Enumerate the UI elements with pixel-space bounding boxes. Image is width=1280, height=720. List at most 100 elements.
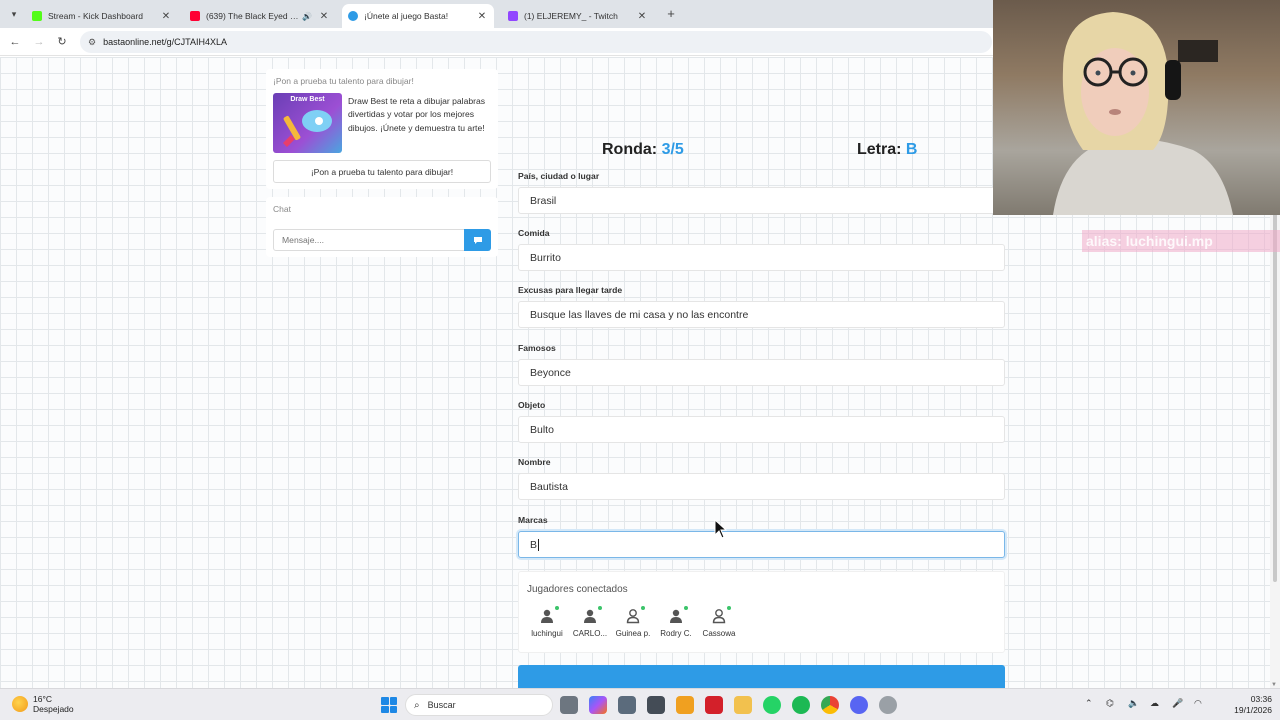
promo-draw-button[interactable]: ¡Pon a prueba tu talento para dibujar!: [273, 160, 491, 183]
search-icon: ⌕: [414, 699, 420, 711]
tab-search-icon[interactable]: ▾: [6, 6, 22, 22]
field-value: Beyonce: [530, 366, 571, 379]
promo-description: Draw Best te reta a dibujar palabras div…: [348, 96, 486, 133]
adobe-icon[interactable]: [705, 696, 723, 714]
forward-arrow-icon[interactable]: →: [30, 33, 48, 51]
reload-icon[interactable]: ↻: [53, 33, 71, 51]
player-item[interactable]: Cassowa: [699, 606, 739, 638]
address-bar[interactable]: ⚙ bastaonline.net/g/CJTAIH4XLA: [80, 31, 992, 53]
volume-icon[interactable]: 🔈: [1128, 698, 1139, 709]
microphone-icon[interactable]: 🎤: [1172, 698, 1183, 709]
field-value: Burrito: [530, 251, 561, 264]
field-input-nombre[interactable]: Bautista: [518, 473, 1005, 500]
alias-banner: alias: luchingui.mp: [1082, 230, 1280, 252]
online-status-dot: [727, 606, 731, 610]
close-tab-icon[interactable]: ✕: [160, 11, 172, 22]
chat-bubble-icon: [473, 236, 482, 244]
players-heading: Jugadores conectados: [527, 584, 628, 595]
player-name: CARLO...: [572, 629, 608, 638]
field-label-nombre: Nombre: [518, 457, 551, 467]
connected-players-card: Jugadores conectados luchingui CARLO... …: [518, 571, 1005, 653]
chrome-icon[interactable]: [821, 696, 839, 714]
player-item[interactable]: Guinea p.: [613, 606, 653, 638]
promo-image-brand: Draw Best: [290, 96, 325, 103]
condition-text: Despejado: [33, 704, 74, 714]
field-input-comida[interactable]: Burrito: [518, 244, 1005, 271]
extension-icon[interactable]: [676, 696, 694, 714]
new-tab-button[interactable]: +: [664, 6, 678, 21]
field-value: Busque las llaves de mi casa y no las en…: [530, 308, 749, 321]
taskbar: 16°C Despejado ⌕ Buscar ⌃ ⌬ 🔈 ☁ 🎤 ◠ 03:3…: [0, 688, 1280, 720]
player-avatar-icon: [668, 606, 688, 624]
windows-start-icon[interactable]: [381, 697, 397, 713]
chevron-up-icon[interactable]: ⌃: [1085, 698, 1093, 709]
tab-title: (1) ELJEREMY_ - Twitch: [524, 11, 618, 21]
settings-icon[interactable]: [879, 696, 897, 714]
draw-best-image[interactable]: Draw Best: [273, 93, 342, 153]
temperature-text: 16°C: [33, 694, 52, 704]
field-label-lugar: País, ciudad o lugar: [518, 171, 600, 181]
submit-basta-button[interactable]: [518, 665, 1005, 688]
whatsapp-icon[interactable]: [763, 696, 781, 714]
player-avatar-icon: [539, 606, 559, 624]
close-tab-icon[interactable]: ✕: [636, 11, 648, 22]
spotify-icon[interactable]: [792, 696, 810, 714]
tab-title: Stream - Kick Dashboard: [48, 11, 143, 21]
tab-twitch[interactable]: (1) ELJEREMY_ - Twitch ✕: [502, 4, 654, 28]
app-icon[interactable]: [647, 696, 665, 714]
send-message-button[interactable]: [464, 229, 491, 251]
task-view-icon[interactable]: [560, 696, 578, 714]
player-item[interactable]: luchingui: [527, 606, 567, 638]
paintbrush-icon: [283, 110, 332, 147]
network-icon[interactable]: ⌬: [1106, 698, 1114, 709]
field-label-objeto: Objeto: [518, 400, 546, 410]
folder-icon[interactable]: [734, 696, 752, 714]
clock-date: 19/1/2026: [1234, 705, 1272, 715]
online-status-dot: [684, 606, 688, 610]
letter-value: B: [905, 141, 918, 158]
tab-kick-dashboard[interactable]: Stream - Kick Dashboard ✕: [26, 4, 178, 28]
field-input-marcas[interactable]: B: [518, 531, 1005, 558]
field-input-excusas[interactable]: Busque las llaves de mi casa y no las en…: [518, 301, 1005, 328]
player-item[interactable]: CARLO...: [570, 606, 610, 638]
player-name: Cassowa: [702, 629, 736, 638]
weather-widget[interactable]: 16°C Despejado: [12, 694, 74, 714]
discord-icon[interactable]: [850, 696, 868, 714]
player-avatar-icon: [625, 606, 645, 624]
taskbar-search[interactable]: ⌕ Buscar: [405, 694, 553, 716]
field-value: Bulto: [530, 423, 554, 436]
system-clock[interactable]: 03:36 19/1/2026: [1224, 694, 1272, 716]
field-input-lugar[interactable]: Brasil: [518, 187, 1005, 214]
round-label: Ronda:: [602, 141, 658, 158]
cloud-icon[interactable]: ☁: [1150, 698, 1159, 709]
field-label-famosos: Famosos: [518, 343, 556, 353]
round-value: 3/5: [661, 141, 684, 158]
tab-basta-game[interactable]: ¡Únete al juego Basta! ✕: [342, 4, 494, 28]
online-status-dot: [598, 606, 602, 610]
player-item[interactable]: Rodry C.: [656, 606, 696, 638]
sun-weather-icon: [12, 696, 28, 712]
player-name: luchingui: [531, 629, 563, 638]
online-status-dot: [641, 606, 645, 610]
close-tab-icon[interactable]: ✕: [318, 11, 330, 22]
close-tab-icon[interactable]: ✕: [476, 11, 488, 22]
field-value: Bautista: [530, 480, 568, 493]
wifi-icon[interactable]: ◠: [1194, 698, 1202, 709]
clock-time: 03:36: [1250, 694, 1272, 704]
site-info-icon[interactable]: ⚙: [88, 37, 96, 48]
field-input-famosos[interactable]: Beyonce: [518, 359, 1005, 386]
letter-indicator: Letra: B: [857, 141, 917, 159]
mouse-cursor-icon: [714, 519, 728, 539]
player-avatar-icon: [582, 606, 602, 624]
round-indicator: Ronda: 3/5: [602, 141, 684, 159]
field-label-marcas: Marcas: [518, 515, 548, 525]
back-arrow-icon[interactable]: ←: [6, 33, 24, 51]
search-label: Buscar: [427, 700, 456, 710]
tab-youtube[interactable]: (639) The Black Eyed Peas 🔊 ✕: [184, 4, 336, 28]
copilot-icon[interactable]: [589, 696, 607, 714]
player-avatar-icon: [711, 606, 731, 624]
store-icon[interactable]: [618, 696, 636, 714]
field-input-objeto[interactable]: Bulto: [518, 416, 1005, 443]
audio-playing-icon[interactable]: 🔊: [302, 12, 312, 21]
chat-message-input[interactable]: [273, 229, 465, 251]
